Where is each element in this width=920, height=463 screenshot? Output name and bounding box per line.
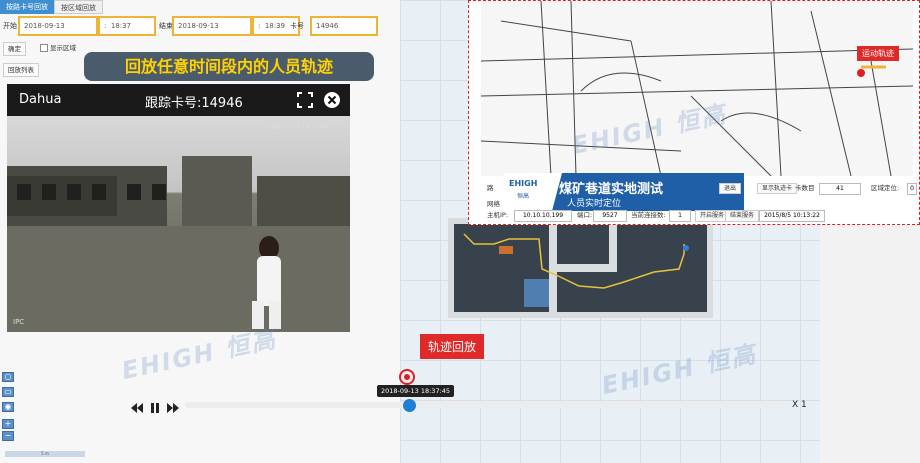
- exit-button[interactable]: 退出: [719, 183, 742, 194]
- area-location-label: 区域定位:: [871, 184, 900, 192]
- video-player: Dahua 跟踪卡号:14946 2018-09-13 18:37:45 IPC: [7, 84, 350, 332]
- mine-road-map[interactable]: [481, 1, 913, 176]
- show-area-checkbox[interactable]: [40, 44, 48, 52]
- ehigh-logo: EHIGH: [509, 179, 538, 188]
- card-label: 卡号: [290, 22, 304, 30]
- connections-label: 当前连接数:: [631, 211, 666, 219]
- start-time-sep: :: [104, 22, 107, 30]
- locate-icon[interactable]: ○: [2, 372, 14, 382]
- confirm-button[interactable]: 确定: [3, 42, 26, 56]
- playback-speed[interactable]: X 1: [792, 400, 807, 410]
- card-count-value: 41: [819, 183, 861, 195]
- end-time-sep: :: [258, 22, 261, 30]
- ehigh-logo-sub: 恒高: [517, 193, 530, 200]
- start-time-input[interactable]: : 18:37: [98, 16, 156, 36]
- card-number-input[interactable]: 14946: [310, 16, 378, 36]
- row1-label: 路: [487, 184, 494, 192]
- zoom-out-icon[interactable]: −: [2, 431, 14, 441]
- tab-area-playback[interactable]: 按区域回放: [54, 0, 103, 14]
- end-label: 结束: [159, 22, 173, 30]
- layer-icon[interactable]: ▭: [2, 387, 14, 397]
- target-icon[interactable]: ◉: [2, 402, 14, 412]
- start-date-input[interactable]: 2018-09-13: [18, 16, 98, 36]
- video-frame: [7, 116, 350, 332]
- close-icon[interactable]: [323, 91, 341, 109]
- video-brand: Dahua: [19, 92, 62, 107]
- show-area-label: 显示区域: [50, 44, 76, 52]
- building-floorplan: [448, 218, 713, 318]
- fast-forward-icon[interactable]: [166, 399, 180, 413]
- start-label: 开始: [3, 22, 17, 30]
- target-marker-icon: [398, 368, 416, 386]
- area-location-value: 0: [907, 183, 917, 195]
- timeline-handle[interactable]: [403, 399, 416, 412]
- port-value[interactable]: 9527: [593, 210, 627, 222]
- playback-timeline[interactable]: [185, 402, 785, 408]
- video-corner-label: IPC: [13, 318, 25, 326]
- scale-bar: 5 m: [5, 451, 85, 457]
- track-replay-tag: 轨迹回放: [420, 334, 485, 359]
- host-ip-value[interactable]: 10.10.10.199: [514, 210, 572, 222]
- host-ip-label: 主机IP:: [487, 211, 509, 219]
- video-timestamp: 2018-09-13 18:37:45: [265, 124, 329, 131]
- timeline-tooltip: 2018-09-13 18:37:45: [377, 385, 455, 397]
- promo-banner: 回放任意时间段内的人员轨迹: [84, 52, 374, 81]
- end-time-value: 18:39: [264, 22, 285, 30]
- pause-icon[interactable]: [150, 399, 160, 413]
- start-service-button[interactable]: 开启服务: [695, 210, 730, 222]
- mine-subtitle: 人员实时定位: [567, 199, 622, 209]
- card-count-label: 卡数目: [795, 184, 815, 192]
- stop-service-button[interactable]: 结束服务: [725, 210, 760, 222]
- fullscreen-icon[interactable]: [297, 92, 313, 108]
- motion-track-tag: 运动轨迹: [857, 46, 899, 61]
- port-label: 端口:: [577, 211, 593, 219]
- datetime-display: 2015/8/5 10:13:22: [759, 210, 825, 222]
- show-track-card-button[interactable]: 显示轨迹卡: [757, 183, 798, 194]
- zoom-in-icon[interactable]: +: [2, 419, 14, 429]
- video-title: 跟踪卡号:14946: [145, 96, 243, 111]
- connections-value: 1: [669, 210, 691, 222]
- tab-bar: 按路卡号回放 按区域回放: [0, 0, 165, 14]
- start-time-value: 18:37: [110, 22, 131, 30]
- tab-card-playback[interactable]: 按路卡号回放: [0, 0, 54, 14]
- playback-list-button[interactable]: 回放列表: [3, 63, 39, 77]
- mine-title: 煤矿巷道实地测试: [559, 182, 664, 197]
- rewind-icon[interactable]: [130, 399, 144, 413]
- end-date-input[interactable]: 2018-09-13: [172, 16, 252, 36]
